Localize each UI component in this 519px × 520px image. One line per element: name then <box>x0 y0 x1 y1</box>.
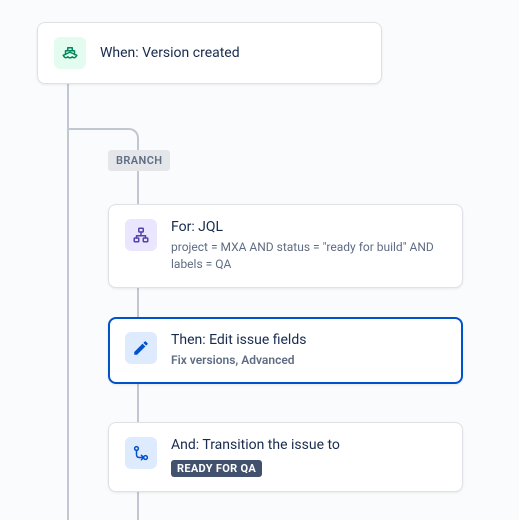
trigger-card[interactable]: When: Version created <box>37 22 382 84</box>
ship-icon <box>54 37 86 69</box>
branch-tree-icon <box>125 219 157 251</box>
pencil-icon <box>125 332 157 364</box>
card-title: And: Transition the issue to <box>171 437 340 453</box>
branch-condition-card[interactable]: For: JQL project = MXA AND status = "rea… <box>108 204 463 288</box>
status-lozenge: READY FOR QA <box>171 460 262 477</box>
action-edit-fields-card[interactable]: Then: Edit issue fields Fix versions, Ad… <box>108 317 463 384</box>
trigger-title: When: Version created <box>100 45 240 61</box>
card-title: For: JQL <box>171 219 446 235</box>
card-subtitle: project = MXA AND status = "ready for bu… <box>171 239 446 273</box>
card-subtitle: Fix versions, Advanced <box>171 352 306 369</box>
branch-label: BRANCH <box>108 150 170 171</box>
action-transition-card[interactable]: And: Transition the issue to READY FOR Q… <box>108 422 463 492</box>
card-title: Then: Edit issue fields <box>171 332 306 348</box>
transition-arrow-icon <box>125 437 157 469</box>
